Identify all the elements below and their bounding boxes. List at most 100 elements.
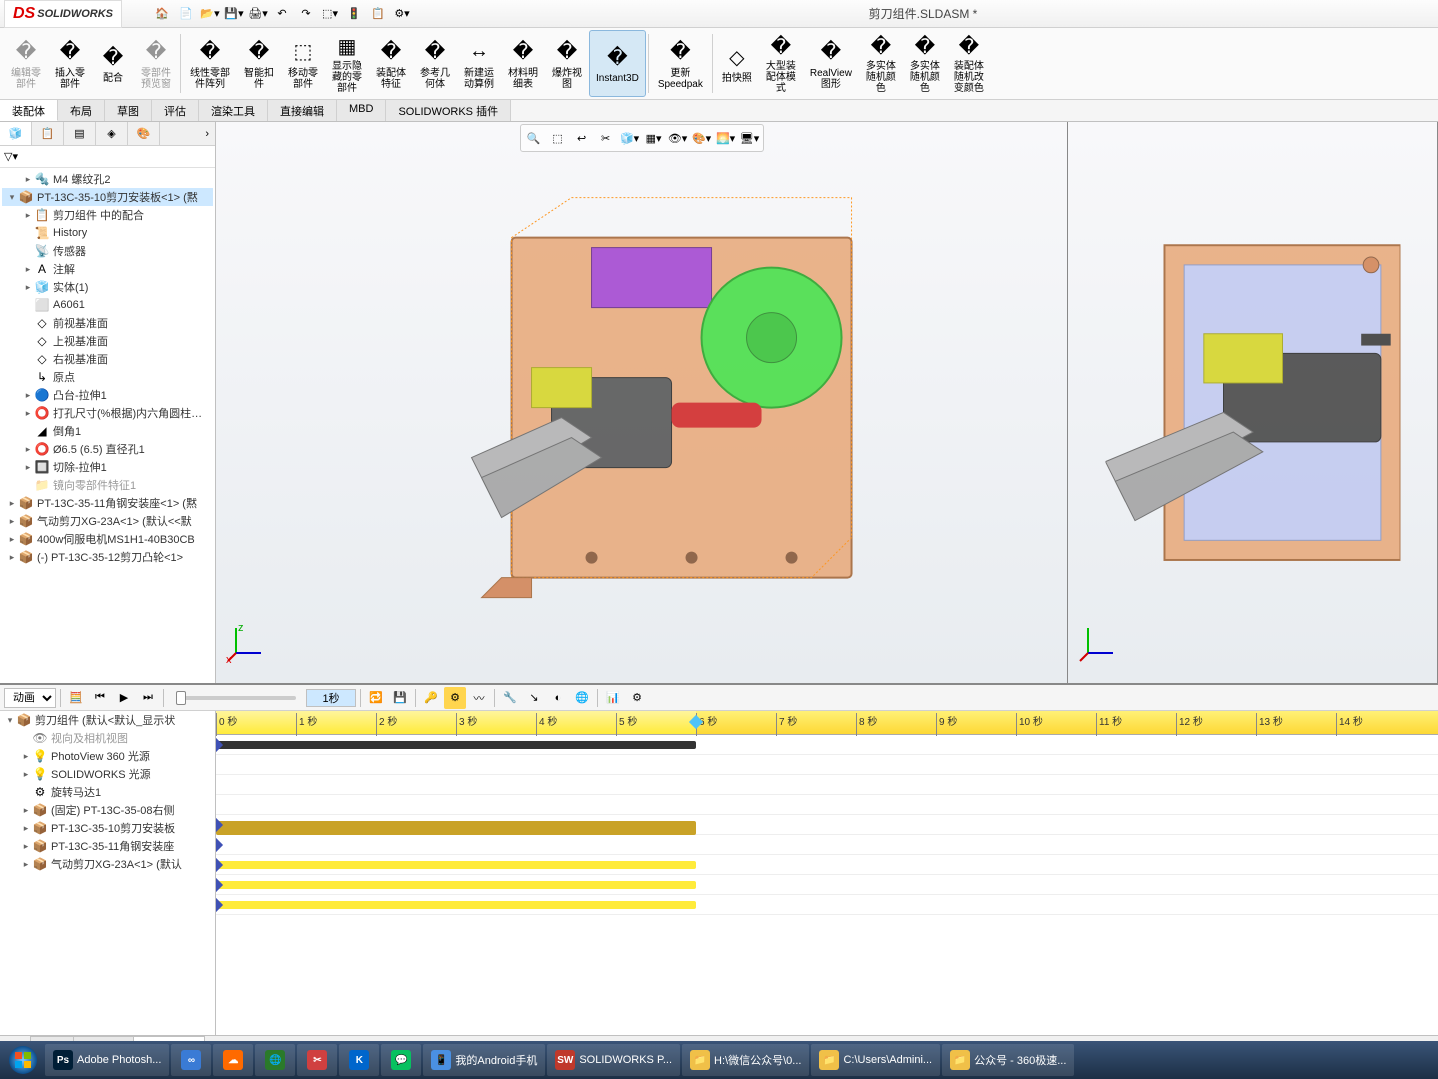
spring-icon[interactable]: 〰	[468, 687, 490, 709]
ribbon-cube-edit[interactable]: �编辑零 部件	[4, 30, 48, 97]
ribbon-cube-plus[interactable]: �插入零 部件	[48, 30, 92, 97]
rebuild-icon[interactable]: 🚦	[344, 4, 364, 24]
ribbon-bom[interactable]: �材料明 细表	[501, 30, 545, 97]
timeline-track[interactable]	[216, 895, 1438, 915]
timeline-ruler[interactable]: 0 秒1 秒2 秒3 秒4 秒5 秒6 秒7 秒8 秒9 秒10 秒11 秒12…	[216, 711, 1438, 735]
ribbon-motion[interactable]: ↔新建运 动算例	[457, 30, 501, 97]
ribbon-asm-feature[interactable]: �装配体 特征	[369, 30, 413, 97]
feature-tree-tab-icon[interactable]: 🧊	[0, 122, 32, 145]
view-triad-left[interactable]: xz	[226, 623, 266, 663]
appearance-icon[interactable]: 🎨▾	[691, 127, 713, 149]
ribbon-linear-pattern[interactable]: �线性零部 件阵列	[183, 30, 237, 97]
force-icon[interactable]: ↘	[523, 687, 545, 709]
tree-item[interactable]: ◢倒角1	[2, 422, 213, 440]
timeline-track[interactable]	[216, 795, 1438, 815]
wrench-icon[interactable]: 🔧	[499, 687, 521, 709]
timeline-track[interactable]	[216, 775, 1438, 795]
settings-icon[interactable]: ⚙▾	[392, 4, 412, 24]
play-end-icon[interactable]: ⏭	[137, 687, 159, 709]
taskbar-item[interactable]: 🌐	[255, 1044, 295, 1076]
tree-item[interactable]: ▸📦(-) PT-13C-35-12剪刀凸轮<1>	[2, 548, 213, 566]
tree-item[interactable]: ◇前视基准面	[2, 314, 213, 332]
view-settings-icon[interactable]: 🖥▾	[739, 127, 761, 149]
scene-icon[interactable]: 🌅▾	[715, 127, 737, 149]
ribbon-large-asm[interactable]: �大型装 配体模 式	[759, 30, 803, 97]
tree-item[interactable]: ▸📦PT-13C-35-11角钢安装座<1> (黙	[2, 494, 213, 512]
ribbon-color3[interactable]: �装配体 随机改 变颜色	[947, 30, 991, 97]
tree-item[interactable]: ▸⭕打孔尺寸(%根据)内六角圆柱…	[2, 404, 213, 422]
graphics-area[interactable]: 🔍 ⬚ ↩ ✂ 🧊▾ ▦▾ 👁▾ 🎨▾ 🌅▾ 🖥▾	[216, 122, 1438, 683]
taskbar-item[interactable]: ∞	[171, 1044, 211, 1076]
tree-item[interactable]: ▸📋剪刀组件 中的配合	[2, 206, 213, 224]
tree-item[interactable]: ▸📦400w伺服电机MS1H1-40B30CB	[2, 530, 213, 548]
motion-tree-item[interactable]: ▸💡PhotoView 360 光源	[0, 747, 215, 765]
panel-collapse-icon[interactable]: ›	[160, 122, 215, 145]
timeline-track[interactable]	[216, 815, 1438, 835]
motor-icon[interactable]: ⚙	[444, 687, 466, 709]
dim-tab-icon[interactable]: ◈	[96, 122, 128, 145]
taskbar-item[interactable]: SWSOLIDWORKS P...	[547, 1044, 680, 1076]
tree-item[interactable]: ◇上视基准面	[2, 332, 213, 350]
timeline-track[interactable]	[216, 735, 1438, 755]
ribbon-explode[interactable]: �爆炸视 图	[545, 30, 589, 97]
ribbon-realview[interactable]: �RealView 图形	[803, 30, 859, 97]
loop-icon[interactable]: 🔁	[365, 687, 387, 709]
tree-item[interactable]: ▸A注解	[2, 260, 213, 278]
property-tab-icon[interactable]: 📋	[32, 122, 64, 145]
tree-item[interactable]: ▸⭕Ø6.5 (6.5) 直径孔1	[2, 440, 213, 458]
results-icon[interactable]: 📊	[602, 687, 624, 709]
current-time-input[interactable]	[306, 689, 356, 707]
undo-icon[interactable]: ↶	[272, 4, 292, 24]
ribbon-color2[interactable]: �多实体 随机颜 色	[903, 30, 947, 97]
open-icon[interactable]: 📂▾	[200, 4, 220, 24]
options-icon[interactable]: 📋	[368, 4, 388, 24]
motion-tree-item[interactable]: 👁视向及相机视图	[0, 729, 215, 747]
tab-5[interactable]: 直接编辑	[268, 100, 337, 121]
motion-tree-item[interactable]: ▸💡SOLIDWORKS 光源	[0, 765, 215, 783]
ribbon-ref-geom[interactable]: �参考几 何体	[413, 30, 457, 97]
ribbon-preview[interactable]: �零部件 预览窗	[134, 30, 178, 97]
ribbon-color1[interactable]: �多实体 随机颜 色	[859, 30, 903, 97]
motion-tree-item[interactable]: ▾📦剪刀组件 (默认<默认_显示状	[0, 711, 215, 729]
ribbon-move[interactable]: ⬚移动零 部件	[281, 30, 325, 97]
calc-icon[interactable]: 🧮	[65, 687, 87, 709]
tab-0[interactable]: 装配体	[0, 100, 58, 121]
taskbar-item[interactable]: K	[339, 1044, 379, 1076]
redo-icon[interactable]: ↷	[296, 4, 316, 24]
tab-4[interactable]: 渲染工具	[199, 100, 268, 121]
taskbar-item[interactable]: 💬	[381, 1044, 421, 1076]
motion-tree-item[interactable]: ▸📦(固定) PT-13C-35-08右侧	[0, 801, 215, 819]
view-orient-icon[interactable]: 🧊▾	[619, 127, 641, 149]
tab-2[interactable]: 草图	[105, 100, 152, 121]
timeline-track[interactable]	[216, 835, 1438, 855]
tab-1[interactable]: 布局	[58, 100, 105, 121]
save-icon[interactable]: 💾▾	[224, 4, 244, 24]
tree-item[interactable]: 📁镜向零部件特征1	[2, 476, 213, 494]
tab-6[interactable]: MBD	[337, 100, 386, 121]
taskbar-item[interactable]: 📁C:\Users\Admini...	[811, 1044, 940, 1076]
ribbon-camera[interactable]: ◇拍快照	[715, 30, 759, 97]
tree-item[interactable]: 📡传感器	[2, 242, 213, 260]
select-icon[interactable]: ⬚▾	[320, 4, 340, 24]
tree-item[interactable]: ◇右视基准面	[2, 350, 213, 368]
tab-7[interactable]: SOLIDWORKS 插件	[386, 100, 511, 121]
tree-item[interactable]: 📜History	[2, 224, 213, 242]
hide-show-icon[interactable]: 👁▾	[667, 127, 689, 149]
tree-item[interactable]: ⬜A6061	[2, 296, 213, 314]
motion-tree-item[interactable]: ▸📦PT-13C-35-11角钢安装座	[0, 837, 215, 855]
ribbon-speedpak[interactable]: �更新 Speedpak	[651, 30, 710, 97]
tree-item[interactable]: ▸📦气动剪刀XG-23A<1> (默认<<默	[2, 512, 213, 530]
config-tab-icon[interactable]: ▤	[64, 122, 96, 145]
save-anim-icon[interactable]: 💾	[389, 687, 411, 709]
zoom-area-icon[interactable]: ⬚	[547, 127, 569, 149]
tree-item[interactable]: ▸🔵凸台-拉伸1	[2, 386, 213, 404]
playback-slider[interactable]	[176, 696, 296, 700]
tree-item[interactable]: ▾📦PT-13C-35-10剪刀安装板<1> (黙	[2, 188, 213, 206]
view-triad-right[interactable]	[1078, 623, 1118, 663]
motion-type-dropdown[interactable]: 动画	[4, 688, 56, 708]
prev-view-icon[interactable]: ↩	[571, 127, 593, 149]
play-icon[interactable]: ▶	[113, 687, 135, 709]
taskbar-item[interactable]: PsAdobe Photosh...	[45, 1044, 169, 1076]
tab-3[interactable]: 评估	[152, 100, 199, 121]
home-icon[interactable]: 🏠	[152, 4, 172, 24]
